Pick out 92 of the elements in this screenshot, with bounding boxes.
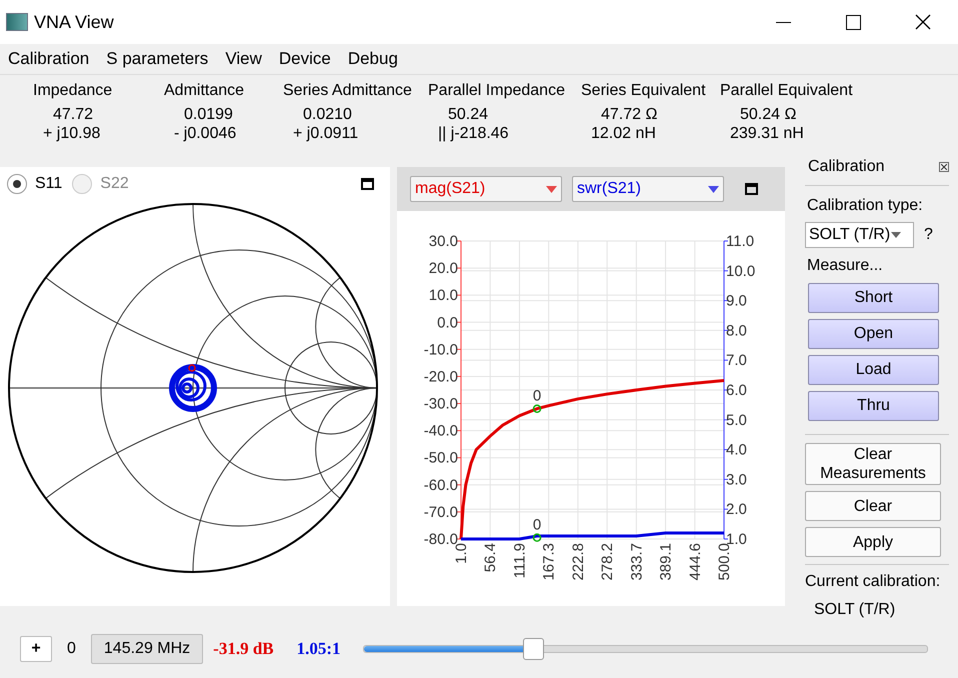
magnitude-readout: -31.9 dB (213, 638, 274, 660)
axis-label: -10.0 (424, 341, 458, 358)
axis-label: 2.0 (726, 501, 747, 518)
value-text: + j10.98 (42, 124, 100, 143)
marker-ring (532, 404, 542, 413)
close-icon (915, 14, 931, 30)
axis-label: 444.6 (686, 543, 704, 581)
axis-label: 11.0 (726, 233, 754, 250)
axis-label: 30.0 (428, 233, 458, 250)
add-marker-button[interactable]: + (20, 636, 52, 662)
axis-label: 56.4 (482, 543, 500, 572)
marker-label: 0 (532, 388, 542, 405)
field-label: Measure... (806, 256, 884, 276)
axis-label: 9.0 (726, 292, 747, 310)
value-text: 0.0210 (302, 105, 352, 124)
radio-label: S22 (100, 174, 129, 194)
measure-button[interactable]: Thru (808, 391, 939, 421)
axis-label: 167.3 (540, 543, 558, 581)
value-text: 50.24 Ω (739, 105, 796, 124)
column-header: Parallel Equivalent (720, 81, 853, 101)
column-header: Impedance (33, 81, 112, 101)
value-text: - j0.0046 (173, 124, 236, 143)
axis-label: 389.1 (658, 543, 675, 581)
axis-label: 0.0 (437, 314, 458, 332)
calibration-type-select[interactable]: SOLT (T/R) (805, 222, 914, 248)
axis-label: 7.0 (726, 352, 747, 370)
measure-button[interactable]: Load (808, 355, 939, 385)
radio-label: S11 (35, 174, 62, 194)
help-label: ? (924, 225, 933, 245)
action-button[interactable]: Apply (805, 527, 941, 557)
maximize-icon[interactable] (745, 183, 758, 195)
menu-item[interactable]: S parameters (106, 46, 208, 72)
value-text: 0.0199 (183, 105, 233, 124)
axis-label: 1.0 (453, 543, 470, 564)
axis-label: 8.0 (726, 322, 747, 340)
caret-icon (546, 186, 557, 192)
axis-label: 10.0 (428, 287, 458, 304)
axis-label: 111.9 (511, 543, 528, 578)
axis-label: 4.0 (726, 442, 747, 459)
axis-label: 278.2 (599, 543, 616, 581)
axis-label: -50.0 (424, 450, 458, 467)
window-title: VNA View (34, 10, 114, 34)
axis-label: 20.0 (428, 260, 458, 278)
axis-label: 222.8 (570, 543, 587, 581)
column-header: Parallel Impedance (428, 81, 565, 101)
trace-select[interactable]: swr(S21) (572, 176, 724, 202)
marker-index: 0 (67, 639, 76, 659)
axis-label: -30.0 (424, 396, 458, 413)
action-button[interactable]: Clear Measurements (805, 443, 941, 485)
swr-readout: 1.05:1 (296, 638, 341, 660)
column-header: Series Equivalent (581, 81, 706, 101)
axis-label: -70.0 (424, 504, 458, 521)
axis-label: 6.0 (726, 382, 747, 399)
value-text: 50.24 (447, 105, 488, 124)
menu-item[interactable]: Calibration (8, 46, 90, 72)
axis-label: -20.0 (424, 368, 458, 386)
maximize-icon[interactable] (361, 178, 374, 190)
value-text: 239.31 nH (729, 124, 804, 143)
measure-button[interactable]: Short (808, 283, 939, 313)
axis-label: 333.7 (628, 543, 646, 581)
field-label: Current calibration: (805, 572, 942, 592)
axis-label: 3.0 (726, 471, 747, 488)
radio-button[interactable] (7, 174, 27, 194)
menu-item[interactable]: Debug (348, 46, 398, 72)
caret-icon (708, 186, 719, 192)
value-text: || j-218.46 (437, 124, 509, 143)
value-text: SOLT (T/R) (813, 600, 896, 620)
value-text: + j0.0911 (292, 124, 358, 143)
trace-select[interactable]: mag(S21) (410, 176, 562, 202)
caret-icon (891, 232, 902, 238)
axis-label: -40.0 (424, 422, 458, 440)
column-header: Series Admittance (283, 81, 412, 101)
value-text: 12.02 nH (590, 124, 656, 143)
axis-label: 5.0 (726, 412, 747, 429)
field-label: Calibration type: (806, 196, 924, 216)
close-icon[interactable] (939, 162, 949, 172)
action-button[interactable]: Clear (805, 491, 941, 521)
menu-item[interactable]: View (225, 46, 262, 72)
column-header: Admittance (164, 81, 244, 101)
app-icon (6, 13, 28, 31)
slider-thumb[interactable] (522, 638, 544, 660)
axis-label: 10.0 (726, 262, 756, 280)
measure-button[interactable]: Open (808, 319, 939, 349)
frequency-field[interactable]: 145.29 MHz (90, 634, 204, 664)
value-text: 47.72 Ω (600, 105, 658, 124)
axis-label: 500.0 (716, 543, 733, 581)
marker-label: 0 (532, 516, 542, 534)
value-text: 47.72 (52, 105, 94, 124)
menu-item[interactable]: Device (278, 46, 331, 72)
axis-label: -60.0 (424, 476, 458, 494)
marker-ring (532, 533, 542, 542)
panel-title: Calibration (808, 157, 884, 177)
